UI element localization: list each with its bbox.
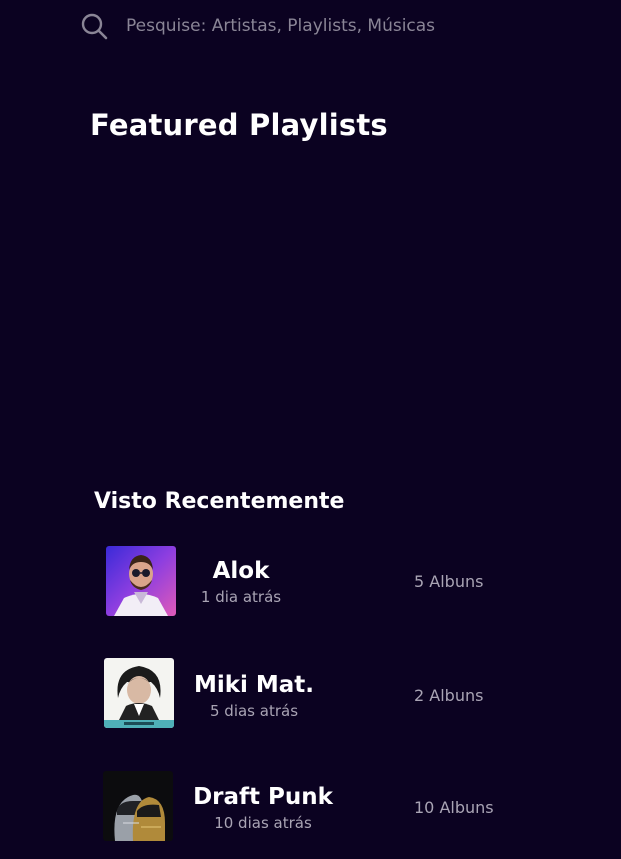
recent-item-alok[interactable]: Alok 1 dia atrás 5 Albuns xyxy=(0,546,621,618)
recent-item-miki-mat[interactable]: Miki Mat. 5 dias atrás 2 Albuns xyxy=(0,658,621,730)
artist-name: Draft Punk xyxy=(193,784,333,810)
viewed-time: 5 dias atrás xyxy=(209,702,299,720)
featured-playlists-title: Featured Playlists xyxy=(90,108,388,142)
search-icon[interactable] xyxy=(80,12,108,40)
album-count: 10 Albuns xyxy=(414,798,494,817)
search-bar[interactable] xyxy=(80,12,546,40)
album-count: 5 Albuns xyxy=(414,572,484,591)
recent-item-draft-punk[interactable]: Draft Punk 10 dias atrás 10 Albuns xyxy=(0,771,621,843)
album-thumbnail-miki-mat[interactable] xyxy=(104,658,174,728)
album-count: 2 Albuns xyxy=(414,686,484,705)
search-input[interactable] xyxy=(126,16,546,36)
recently-viewed-title: Visto Recentemente xyxy=(94,489,345,514)
artist-name: Alok xyxy=(212,558,270,584)
artist-thumbnail-alok[interactable] xyxy=(106,546,176,616)
artist-name: Miki Mat. xyxy=(193,672,315,698)
featured-playlists-area xyxy=(90,160,550,460)
viewed-time: 10 dias atrás xyxy=(214,814,312,832)
viewed-time: 1 dia atrás xyxy=(200,588,282,606)
app-page: Featured Playlists Visto Recentemente xyxy=(0,0,621,859)
album-thumbnail-draft-punk[interactable] xyxy=(103,771,173,841)
